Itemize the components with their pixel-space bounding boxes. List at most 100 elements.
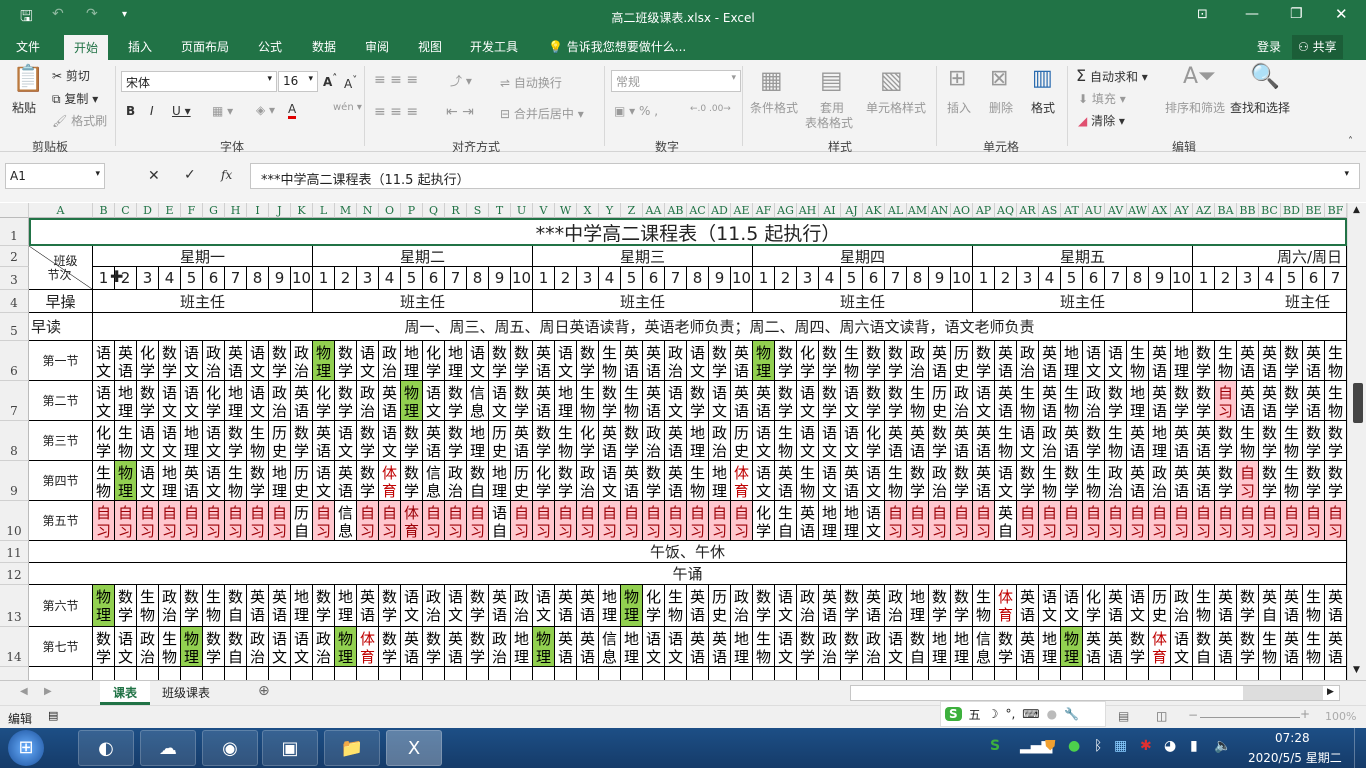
schedule-cell[interactable]: 语文 — [819, 421, 841, 461]
schedule-cell[interactable]: 数学 — [203, 627, 225, 667]
schedule-cell[interactable]: 地理 — [181, 421, 203, 461]
column-header[interactable]: T — [489, 203, 511, 218]
schedule-cell[interactable]: 英语 — [863, 585, 885, 627]
column-header[interactable]: AO — [951, 203, 973, 218]
schedule-cell[interactable]: 英语 — [621, 341, 643, 381]
schedule-cell[interactable]: 地理 — [445, 341, 467, 381]
schedule-cell[interactable]: 英语 — [665, 461, 687, 501]
schedule-cell[interactable] — [313, 667, 335, 680]
schedule-cell[interactable]: 数学 — [885, 381, 907, 421]
schedule-cell[interactable]: 数学 — [1237, 585, 1259, 627]
schedule-cell[interactable]: 数学 — [577, 341, 599, 381]
increase-font-icon[interactable]: A˄ — [323, 73, 337, 89]
column-header[interactable]: BB — [1237, 203, 1259, 218]
schedule-cell[interactable]: 语文 — [1127, 585, 1149, 627]
schedule-cell[interactable]: 数自 — [907, 627, 929, 667]
search-icon[interactable]: 🔍 — [1250, 62, 1280, 90]
schedule-cell[interactable]: 自习 — [687, 501, 709, 541]
column-header[interactable]: AD — [709, 203, 731, 218]
column-header[interactable]: BE — [1303, 203, 1325, 218]
tray-bluetooth-icon[interactable]: ᛒ — [1094, 738, 1102, 754]
schedule-cell[interactable]: 数学 — [775, 341, 797, 381]
schedule-cell[interactable]: 体育 — [1149, 627, 1171, 667]
tray-wechat-icon[interactable]: ● — [1068, 738, 1080, 754]
schedule-cell[interactable]: 自习 — [379, 501, 401, 541]
schedule-cell[interactable] — [885, 667, 907, 680]
paste-icon[interactable]: 📋 — [12, 64, 44, 94]
tray-qq-icon[interactable]: ◕ — [1164, 738, 1176, 754]
schedule-cell[interactable]: 语文 — [885, 627, 907, 667]
wrap-text-button[interactable]: ⇌ 自动换行 — [500, 74, 562, 91]
schedule-cell[interactable]: 政治 — [577, 461, 599, 501]
schedule-cell[interactable] — [1171, 667, 1193, 680]
schedule-cell[interactable]: 政治 — [885, 585, 907, 627]
paste-button[interactable]: 粘贴 — [12, 99, 36, 116]
schedule-cell[interactable]: 物理 — [1061, 627, 1083, 667]
row-header[interactable]: 4 — [0, 290, 29, 313]
column-header[interactable]: D — [137, 203, 159, 218]
schedule-cell[interactable] — [93, 667, 115, 680]
schedule-cell[interactable]: 数学 — [753, 585, 775, 627]
schedule-cell[interactable]: 英语 — [973, 421, 995, 461]
schedule-cell[interactable]: 自习 — [973, 501, 995, 541]
schedule-cell[interactable]: 英语 — [599, 421, 621, 461]
schedule-cell[interactable] — [995, 667, 1017, 680]
font-name-select[interactable]: 宋体 ▾ — [121, 71, 277, 92]
decrease-font-icon[interactable]: A˅ — [344, 75, 357, 91]
schedule-cell[interactable]: 自习 — [1303, 501, 1325, 541]
schedule-cell[interactable]: 数学 — [269, 341, 291, 381]
schedule-cell[interactable]: 数学 — [929, 585, 951, 627]
schedule-cell[interactable] — [643, 667, 665, 680]
schedule-cell[interactable]: 地理 — [1039, 627, 1061, 667]
schedule-cell[interactable] — [1193, 667, 1215, 680]
schedule-cell[interactable]: 数学 — [357, 461, 379, 501]
schedule-cell[interactable] — [269, 667, 291, 680]
schedule-cell[interactable]: 数学 — [709, 341, 731, 381]
schedule-cell[interactable]: 英语 — [687, 585, 709, 627]
schedule-cell[interactable]: 英语 — [291, 381, 313, 421]
column-header[interactable]: AS — [1039, 203, 1061, 218]
schedule-cell[interactable]: 物理 — [313, 341, 335, 381]
schedule-cell[interactable]: 语文 — [863, 461, 885, 501]
column-header[interactable]: P — [401, 203, 423, 218]
column-header[interactable]: AH — [797, 203, 819, 218]
schedule-cell[interactable]: 数学 — [1325, 461, 1347, 501]
schedule-cell[interactable]: 历史 — [489, 421, 511, 461]
format-painter-button[interactable]: 🖌 格式刷 — [52, 112, 107, 129]
schedule-cell[interactable]: 英语 — [555, 627, 577, 667]
schedule-cell[interactable]: 地理 — [269, 461, 291, 501]
schedule-cell[interactable]: 数学 — [467, 585, 489, 627]
schedule-cell[interactable]: 生物 — [247, 421, 269, 461]
schedule-cell[interactable]: 语文 — [819, 461, 841, 501]
schedule-cell[interactable] — [907, 667, 929, 680]
row-header[interactable]: 2 — [0, 246, 29, 267]
schedule-cell[interactable]: 信息 — [467, 381, 489, 421]
schedule-cell[interactable]: 语文 — [203, 461, 225, 501]
schedule-cell[interactable]: 语文 — [181, 341, 203, 381]
schedule-cell[interactable]: 地理 — [841, 501, 863, 541]
schedule-cell[interactable] — [753, 667, 775, 680]
schedule-cell[interactable]: 地理 — [1127, 381, 1149, 421]
schedule-cell[interactable]: 数学 — [1127, 627, 1149, 667]
column-header[interactable]: BF — [1325, 203, 1347, 218]
schedule-cell[interactable]: 英语 — [1083, 627, 1105, 667]
page-layout-view-icon[interactable]: ▤ — [1118, 709, 1129, 723]
schedule-cell[interactable]: 数学 — [115, 585, 137, 627]
schedule-cell[interactable]: 生物 — [1039, 461, 1061, 501]
schedule-cell[interactable]: 自习 — [1215, 381, 1237, 421]
schedule-cell[interactable] — [1215, 667, 1237, 680]
user-icon[interactable]: ● — [1047, 707, 1057, 721]
zoom-in-icon[interactable]: + — [1300, 707, 1310, 721]
clock-date[interactable]: 2020/5/5 星期二 — [1248, 749, 1342, 766]
schedule-cell[interactable]: 语文 — [863, 501, 885, 541]
schedule-cell[interactable]: 英语 — [225, 341, 247, 381]
schedule-cell[interactable]: 生物 — [1127, 341, 1149, 381]
schedule-cell[interactable]: 数学 — [951, 585, 973, 627]
schedule-cell[interactable]: 生物 — [995, 421, 1017, 461]
tray-power-icon[interactable]: ▮ — [1190, 738, 1198, 754]
schedule-cell[interactable]: 英语 — [753, 381, 775, 421]
column-header[interactable]: J — [269, 203, 291, 218]
schedule-cell[interactable]: 化学 — [863, 421, 885, 461]
schedule-cell[interactable]: 语文 — [93, 341, 115, 381]
schedule-cell[interactable]: 信息 — [599, 627, 621, 667]
